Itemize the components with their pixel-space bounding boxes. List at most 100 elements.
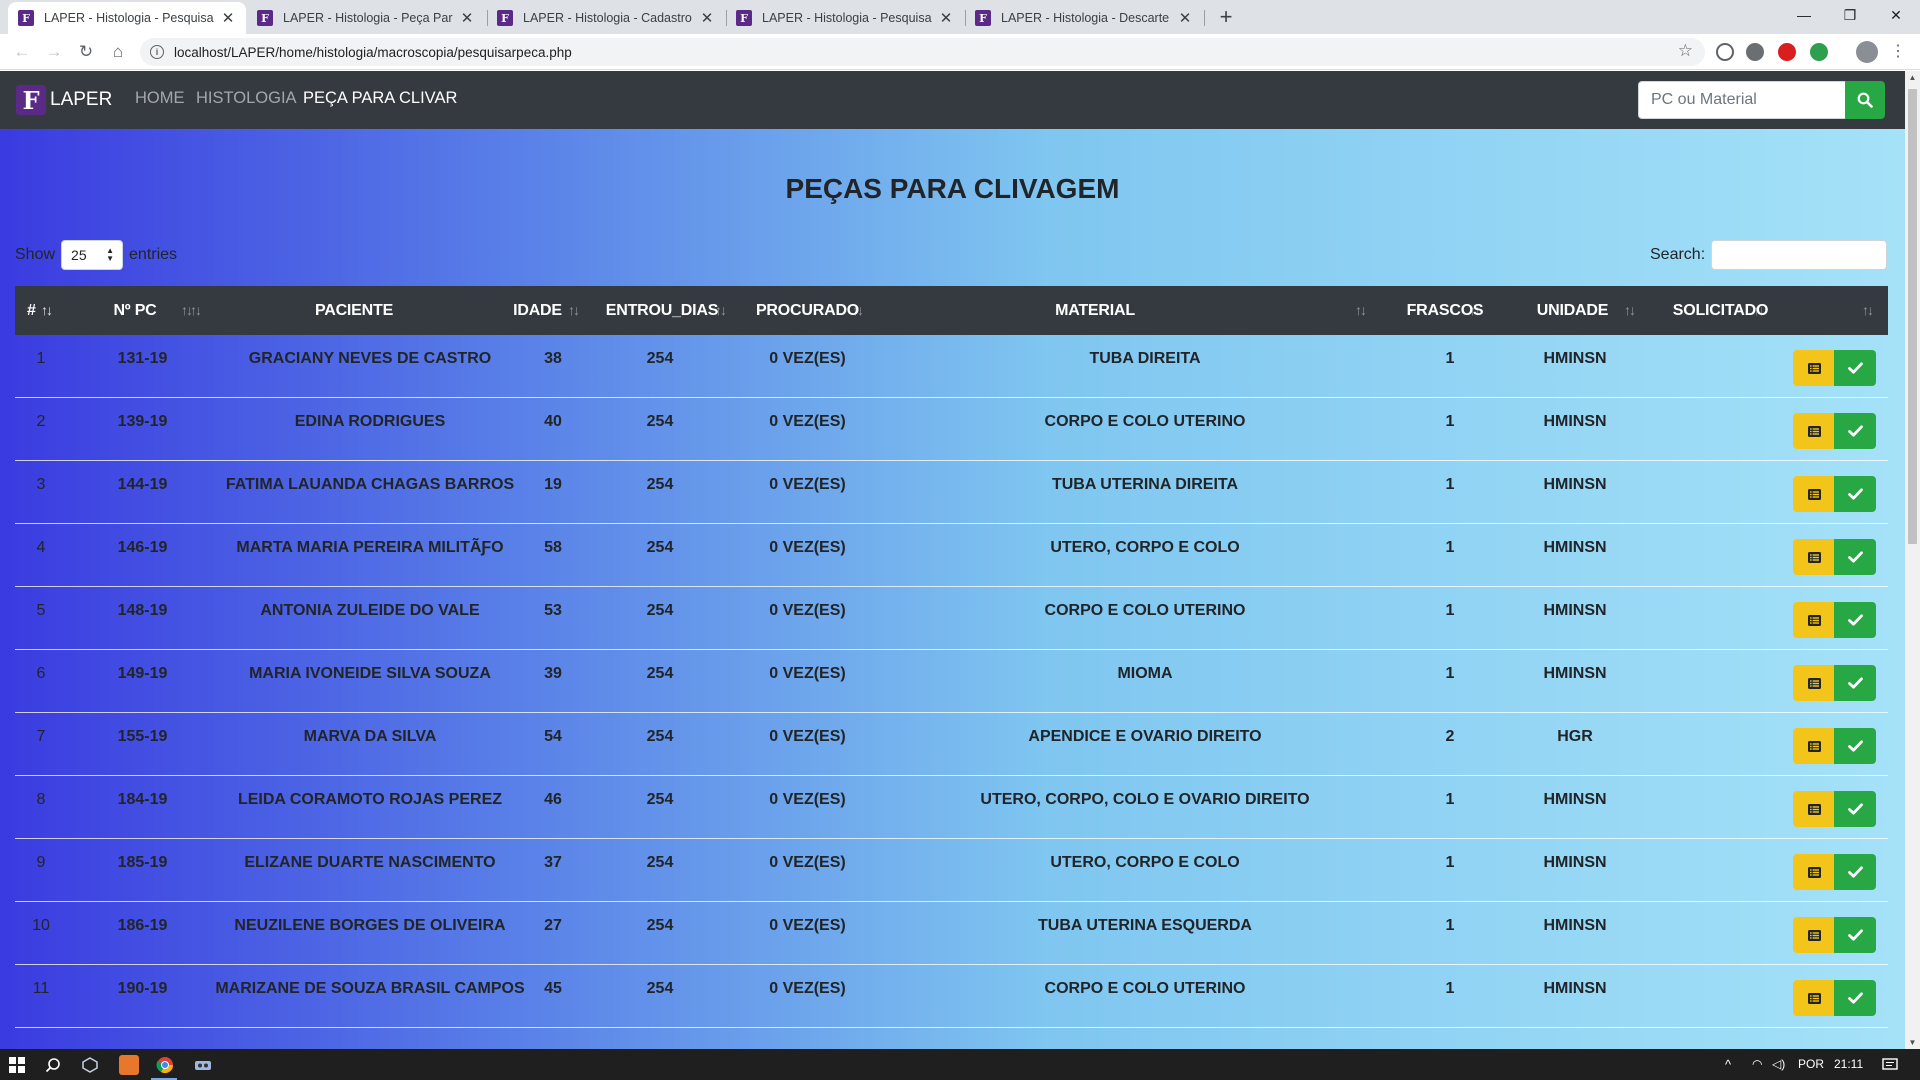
column-header-paciente[interactable]: PACIENTE (155, 286, 553, 335)
site-info-icon[interactable]: i (150, 45, 164, 59)
app-icon[interactable] (193, 1055, 213, 1075)
confirm-button[interactable] (1834, 539, 1876, 575)
new-tab-button[interactable]: + (1213, 4, 1239, 30)
tray-chevron-icon[interactable]: ^ (1725, 1057, 1731, 1072)
forward-button[interactable]: → (42, 40, 66, 64)
confirm-button[interactable] (1834, 602, 1876, 638)
minimize-button[interactable]: — (1781, 0, 1827, 32)
details-button[interactable] (1793, 539, 1835, 575)
nav-link-peca-para-clivar[interactable]: PEÇA PARA CLIVAR (303, 89, 457, 108)
details-button[interactable] (1793, 728, 1835, 764)
chrome-icon[interactable] (155, 1055, 175, 1075)
close-tab-icon[interactable]: ✕ (1177, 9, 1193, 27)
close-tab-icon[interactable]: ✕ (699, 9, 715, 27)
column-header-unidade[interactable]: UNIDADE (1515, 286, 1630, 335)
column-header-material[interactable]: MATERIAL (895, 286, 1295, 335)
network-icon[interactable]: ◠ (1752, 1057, 1762, 1071)
search-icon (1857, 92, 1873, 108)
sort-arrows-icon[interactable]: ↑↓ (190, 286, 202, 335)
home-icon[interactable]: ⌂ (106, 40, 130, 64)
address-bar[interactable]: i localhost/LAPER/home/histologia/macros… (140, 38, 1705, 66)
sort-arrows-icon[interactable]: ↑↓ (41, 286, 53, 335)
bookmark-star-icon[interactable]: ☆ (1678, 41, 1693, 61)
confirm-button[interactable] (1834, 854, 1876, 890)
confirm-button[interactable] (1834, 917, 1876, 953)
table-search-input[interactable] (1711, 240, 1888, 270)
column-header-actions[interactable] (1815, 286, 1855, 335)
laper-favicon-icon: F (736, 10, 752, 26)
profile-avatar[interactable] (1856, 41, 1878, 63)
details-button[interactable] (1793, 980, 1835, 1016)
details-button[interactable] (1793, 350, 1835, 386)
extension-icon[interactable] (1778, 43, 1796, 61)
confirm-button[interactable] (1834, 665, 1876, 701)
language-indicator[interactable]: POR (1798, 1057, 1824, 1071)
extension-icon[interactable] (1810, 43, 1828, 61)
details-button[interactable] (1793, 791, 1835, 827)
back-button[interactable]: ← (10, 40, 34, 64)
sort-arrows-icon[interactable]: ↑↓ (1862, 286, 1874, 335)
select-arrows-icon: ▲ ▼ (106, 246, 115, 263)
confirm-button[interactable] (1834, 728, 1876, 764)
column-header-frascos[interactable]: FRASCOS (1390, 286, 1500, 335)
extension-icon[interactable] (1746, 43, 1764, 61)
windows-start-icon[interactable] (7, 1055, 27, 1075)
sort-arrows-icon[interactable]: ↑↓ (1753, 286, 1765, 335)
navbar-brand[interactable]: F LAPER (16, 85, 112, 115)
scroll-down-icon[interactable]: ▼ (1905, 1038, 1920, 1047)
confirm-button[interactable] (1834, 980, 1876, 1016)
sort-arrows-icon[interactable]: ↑↓ (715, 286, 727, 335)
browser-tab-5[interactable]: F LAPER - Histologia - Descarte ✕ (965, 2, 1203, 34)
column-header-solicitado[interactable]: SOLICITADO (1658, 286, 1783, 335)
confirm-button[interactable] (1834, 350, 1876, 386)
sort-arrows-icon[interactable]: ↑↓ (1355, 286, 1367, 335)
entries-per-page-select[interactable]: 25 ▲ ▼ (61, 240, 124, 270)
details-button[interactable] (1793, 413, 1835, 449)
nav-link-histologia[interactable]: HISTOLOGIA (196, 89, 297, 108)
scroll-up-icon[interactable]: ▲ (1905, 73, 1920, 82)
close-window-button[interactable]: ✕ (1873, 0, 1919, 32)
close-tab-icon[interactable]: ✕ (938, 9, 954, 27)
extension-icon[interactable] (1716, 43, 1734, 61)
close-tab-icon[interactable]: ✕ (459, 9, 475, 27)
details-button[interactable] (1793, 854, 1835, 890)
cell-material: UTERO, CORPO E COLO (1050, 854, 1240, 871)
maximize-button[interactable]: ❐ (1827, 0, 1873, 32)
cell-procurado: 0 VEZ(ES) (769, 728, 846, 745)
scrollbar-thumb[interactable] (1908, 89, 1917, 544)
clock[interactable]: 21:11 (1834, 1057, 1863, 1071)
notifications-icon[interactable] (1880, 1055, 1900, 1075)
confirm-button[interactable] (1834, 791, 1876, 827)
nav-link-home[interactable]: HOME (135, 89, 185, 108)
page-scrollbar[interactable]: ▲ ▼ (1905, 71, 1920, 1049)
cell-material: TUBA UTERINA DIREITA (1051, 476, 1239, 493)
virtualbox-icon[interactable] (80, 1055, 100, 1075)
sort-arrows-icon[interactable]: ↑↓ (1624, 286, 1636, 335)
navbar-search-input[interactable] (1638, 81, 1846, 119)
reload-button[interactable]: ↻ (74, 40, 98, 64)
column-header-idade[interactable]: IDADE (500, 286, 575, 335)
details-button[interactable] (1793, 602, 1835, 638)
sort-arrows-icon[interactable]: ↑↓ (852, 286, 864, 335)
sort-arrows-icon[interactable]: ↑↓ (1469, 286, 1481, 335)
table-row: 10 186-19 NEUZILENE BORGES DE OLIVEIRA 27 25… (15, 902, 1888, 965)
search-icon[interactable] (43, 1055, 63, 1075)
browser-tab-3[interactable]: F LAPER - Histologia - Cadastro de ✕ (487, 2, 725, 34)
details-button[interactable] (1793, 665, 1835, 701)
column-header-entrou-dias[interactable]: ENTROU_DIAS (597, 286, 727, 335)
check-icon (1847, 425, 1863, 437)
sort-arrows-icon[interactable]: ↑↓ (568, 286, 580, 335)
confirm-button[interactable] (1834, 476, 1876, 512)
navbar-search-button[interactable] (1845, 81, 1885, 119)
browser-tab-2[interactable]: F LAPER - Histologia - Peça Para Se ✕ (247, 2, 485, 34)
list-icon (1807, 740, 1821, 752)
volume-icon[interactable]: ◁) (1772, 1057, 1785, 1071)
confirm-button[interactable] (1834, 413, 1876, 449)
details-button[interactable] (1793, 476, 1835, 512)
browser-tab-4[interactable]: F LAPER - Histologia - Pesquisar Re ✕ (726, 2, 964, 34)
details-button[interactable] (1793, 917, 1835, 953)
browser-menu-icon[interactable]: ⋮ (1886, 40, 1910, 64)
browser-tab-1[interactable]: F LAPER - Histologia - Pesquisar Pe ✕ (8, 2, 246, 34)
xampp-icon[interactable] (119, 1055, 139, 1075)
close-tab-icon[interactable]: ✕ (220, 9, 236, 27)
